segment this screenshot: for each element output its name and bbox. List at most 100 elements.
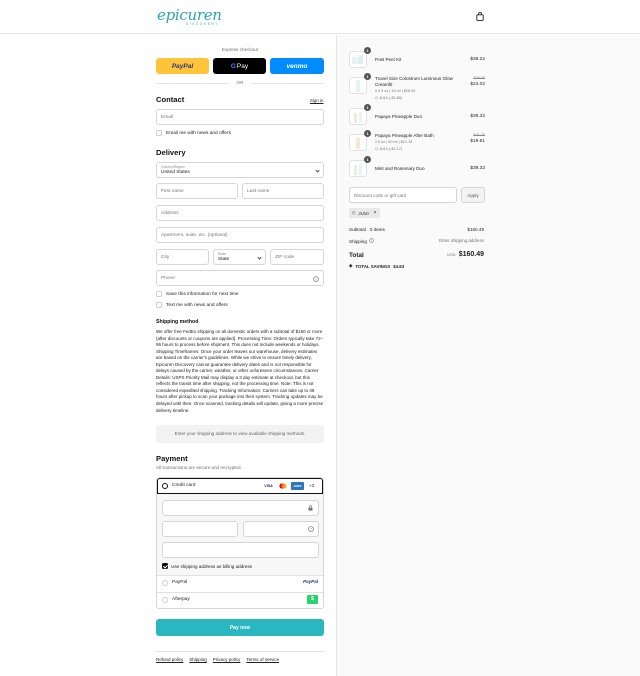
apartment-field[interactable]: Apartment, suite, etc. (optional) bbox=[156, 227, 324, 243]
payment-methods: Credit card VISA AMEX +3 ? Use shipping … bbox=[156, 477, 324, 609]
google-g-icon: G bbox=[230, 62, 236, 70]
shipping-label: Shipping bbox=[349, 238, 367, 244]
discount-code-field[interactable]: Discount code or gift card bbox=[349, 187, 457, 203]
original-price: $21.78 bbox=[473, 133, 485, 138]
save-info-checkbox[interactable] bbox=[156, 291, 162, 297]
paypal-option-label: PayPal bbox=[172, 580, 188, 585]
total-savings: ◈ TOTAL SAVINGS $4.63 bbox=[349, 263, 404, 269]
address-field[interactable]: Address bbox=[156, 205, 324, 221]
footer-divider bbox=[156, 651, 324, 652]
last-name-field[interactable]: Last name bbox=[242, 183, 324, 199]
product-price: $19.61 bbox=[470, 139, 485, 144]
product-thumbnail bbox=[349, 160, 367, 177]
text-news-label: Text me with news and offers bbox=[166, 303, 228, 308]
name-on-card-field[interactable] bbox=[162, 542, 319, 558]
svg-text:?: ? bbox=[315, 277, 317, 281]
security-code-field[interactable]: ? bbox=[243, 521, 319, 537]
paypal-radio[interactable] bbox=[162, 580, 168, 586]
svg-text:?: ? bbox=[371, 239, 373, 243]
header: epicuren DISCOVERY bbox=[0, 0, 640, 34]
google-pay-button[interactable]: G Pay bbox=[213, 58, 266, 74]
lock-icon bbox=[308, 505, 313, 513]
brand-logo[interactable]: epicuren DISCOVERY bbox=[157, 6, 222, 28]
help-icon[interactable]: ? bbox=[308, 526, 314, 534]
refund-policy-link[interactable]: Refund policy bbox=[156, 657, 183, 662]
strikethrough-price: $26.85 bbox=[473, 76, 485, 80]
original-price: $26.85 bbox=[473, 76, 485, 81]
product-thumbnail bbox=[349, 108, 367, 125]
quantity-badge: 1 bbox=[364, 104, 371, 111]
afterpay-radio[interactable] bbox=[162, 597, 168, 603]
cart-item: 1 Post Peel Kit $38.22 bbox=[349, 47, 485, 69]
shipping-link[interactable]: Shipping bbox=[189, 657, 207, 662]
pay-now-button[interactable]: Pay now bbox=[156, 619, 324, 636]
contact-heading: Contact bbox=[156, 95, 185, 104]
paypal-logo: PayPal bbox=[303, 579, 319, 584]
expiry-field[interactable] bbox=[162, 521, 238, 537]
savings-value: $4.63 bbox=[393, 263, 405, 269]
help-icon[interactable]: ? bbox=[313, 276, 319, 284]
quantity-badge: 1 bbox=[364, 73, 371, 80]
shipping-methods-placeholder: Enter your shipping address to view avai… bbox=[156, 425, 324, 443]
venmo-button[interactable]: venmo bbox=[270, 58, 324, 74]
amex-icon: AMEX bbox=[291, 482, 304, 490]
visa-icon: VISA bbox=[264, 484, 273, 488]
text-news-checkbox[interactable] bbox=[156, 302, 162, 308]
quantity-badge: 1 bbox=[364, 156, 371, 163]
cart-item: 1 Papaya Pineapple Duo $39.32 bbox=[349, 104, 485, 126]
sign-in-link[interactable]: Sign in bbox=[310, 98, 323, 103]
paypal-express-button[interactable]: PayPal bbox=[156, 58, 209, 74]
state-label: State bbox=[218, 252, 226, 256]
gpay-label: Pay bbox=[236, 62, 249, 70]
total-value: $160.49 bbox=[458, 251, 484, 258]
country-value: United States bbox=[161, 170, 190, 175]
shipping-method-heading: Shipping method bbox=[156, 319, 199, 325]
savings-label: TOTAL SAVINGS bbox=[355, 263, 391, 269]
total-label: Total bbox=[349, 252, 364, 259]
remove-discount-icon[interactable]: × bbox=[374, 210, 377, 216]
product-name: Papaya Pineapple Duo bbox=[375, 114, 422, 119]
order-summary-panel bbox=[336, 35, 640, 676]
shopping-bag-icon[interactable] bbox=[476, 12, 484, 21]
brand-name: epicuren bbox=[157, 6, 222, 24]
state-select[interactable]: State State bbox=[213, 249, 266, 265]
quantity-badge: 1 bbox=[364, 47, 371, 54]
tag-icon: ◇ bbox=[352, 210, 356, 215]
mastercard-icon bbox=[278, 483, 288, 489]
product-discount: ◇ JU10 (-$2.17) bbox=[375, 146, 402, 151]
first-name-field[interactable]: First name bbox=[156, 183, 238, 199]
credit-card-radio[interactable] bbox=[162, 483, 168, 489]
discount-tag: ◇ JU10 × bbox=[349, 208, 380, 218]
subtotal-value: $160.49 bbox=[467, 227, 484, 232]
billing-same-checkbox[interactable] bbox=[162, 563, 168, 569]
city-field[interactable]: City bbox=[156, 249, 209, 265]
discount-tag-code: JU10 bbox=[358, 210, 369, 216]
email-news-checkbox[interactable] bbox=[156, 130, 162, 136]
payment-subtitle: All transactions are secure and encrypte… bbox=[156, 465, 242, 470]
apply-button[interactable]: Apply bbox=[461, 187, 485, 203]
product-name: Travel Size Colostrum Luminous Glow Crea… bbox=[375, 76, 453, 87]
discount-text: JU10 (-$2.17) bbox=[378, 147, 403, 151]
card-number-field[interactable] bbox=[162, 500, 319, 516]
phone-field[interactable]: Phone ? bbox=[156, 270, 324, 286]
paypal-label: PayPal bbox=[171, 62, 194, 70]
terms-of-service-link[interactable]: Terms of service bbox=[246, 657, 279, 662]
product-discount: ◇ JU10 (-$2.85) bbox=[375, 95, 402, 100]
product-thumbnail bbox=[349, 134, 367, 151]
country-select[interactable]: Country/Region United States bbox=[156, 162, 324, 178]
credit-card-label: Credit card bbox=[172, 483, 196, 488]
privacy-policy-link[interactable]: Privacy policy bbox=[213, 657, 241, 662]
product-variant: 2 fl oz | 60 ml | $21.78 bbox=[375, 140, 413, 144]
shipping-row-label: Shipping ? bbox=[349, 238, 374, 244]
quantity-badge: 1 bbox=[364, 130, 371, 137]
country-label: Country/Region bbox=[161, 165, 185, 169]
product-price: $39.32 bbox=[470, 166, 485, 171]
afterpay-option-label: Afterpay bbox=[172, 597, 190, 602]
help-icon[interactable]: ? bbox=[369, 238, 374, 244]
email-field[interactable]: Email bbox=[156, 109, 324, 125]
zip-field[interactable]: ZIP code bbox=[270, 249, 324, 265]
tag-icon: ◇ bbox=[375, 147, 378, 151]
phone-placeholder: Phone bbox=[161, 276, 175, 281]
product-name: Mint and Rosemary Duo bbox=[375, 166, 425, 171]
or-divider: OR bbox=[156, 80, 324, 85]
